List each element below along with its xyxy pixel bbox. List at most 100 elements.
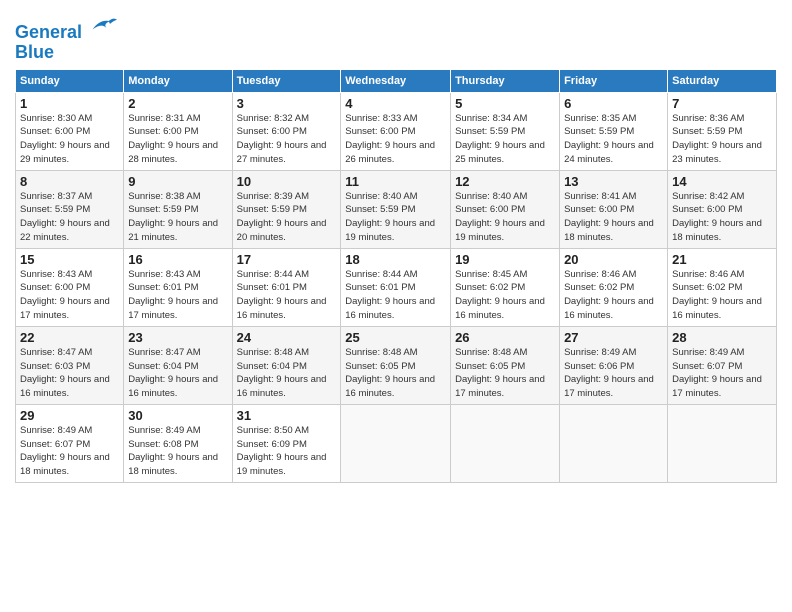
day-header-friday: Friday: [560, 69, 668, 92]
calendar-cell: 5 Sunrise: 8:34 AMSunset: 5:59 PMDayligh…: [451, 92, 560, 170]
calendar-cell: 27 Sunrise: 8:49 AMSunset: 6:06 PMDaylig…: [560, 326, 668, 404]
day-info: Sunrise: 8:44 AMSunset: 6:01 PMDaylight:…: [237, 268, 337, 323]
day-number: 10: [237, 174, 337, 189]
day-info: Sunrise: 8:37 AMSunset: 5:59 PMDaylight:…: [20, 190, 119, 245]
day-info: Sunrise: 8:50 AMSunset: 6:09 PMDaylight:…: [237, 424, 337, 479]
calendar-cell: [451, 404, 560, 482]
day-number: 21: [672, 252, 772, 267]
day-info: Sunrise: 8:34 AMSunset: 5:59 PMDaylight:…: [455, 112, 555, 167]
calendar-header-row: SundayMondayTuesdayWednesdayThursdayFrid…: [16, 69, 777, 92]
calendar-cell: 1 Sunrise: 8:30 AMSunset: 6:00 PMDayligh…: [16, 92, 124, 170]
day-info: Sunrise: 8:41 AMSunset: 6:00 PMDaylight:…: [564, 190, 663, 245]
calendar-body: 1 Sunrise: 8:30 AMSunset: 6:00 PMDayligh…: [16, 92, 777, 482]
day-number: 1: [20, 96, 119, 111]
day-number: 26: [455, 330, 555, 345]
calendar-cell: 16 Sunrise: 8:43 AMSunset: 6:01 PMDaylig…: [124, 248, 232, 326]
day-info: Sunrise: 8:48 AMSunset: 6:04 PMDaylight:…: [237, 346, 337, 401]
day-info: Sunrise: 8:42 AMSunset: 6:00 PMDaylight:…: [672, 190, 772, 245]
calendar-cell: 15 Sunrise: 8:43 AMSunset: 6:00 PMDaylig…: [16, 248, 124, 326]
day-number: 9: [128, 174, 227, 189]
day-number: 5: [455, 96, 555, 111]
day-number: 16: [128, 252, 227, 267]
day-number: 27: [564, 330, 663, 345]
day-info: Sunrise: 8:32 AMSunset: 6:00 PMDaylight:…: [237, 112, 337, 167]
logo: General Blue: [15, 14, 117, 63]
day-info: Sunrise: 8:30 AMSunset: 6:00 PMDaylight:…: [20, 112, 119, 167]
day-info: Sunrise: 8:44 AMSunset: 6:01 PMDaylight:…: [345, 268, 446, 323]
day-info: Sunrise: 8:48 AMSunset: 6:05 PMDaylight:…: [455, 346, 555, 401]
calendar-cell: 13 Sunrise: 8:41 AMSunset: 6:00 PMDaylig…: [560, 170, 668, 248]
day-header-monday: Monday: [124, 69, 232, 92]
calendar-cell: 25 Sunrise: 8:48 AMSunset: 6:05 PMDaylig…: [341, 326, 451, 404]
calendar-cell: 20 Sunrise: 8:46 AMSunset: 6:02 PMDaylig…: [560, 248, 668, 326]
day-number: 18: [345, 252, 446, 267]
day-info: Sunrise: 8:49 AMSunset: 6:08 PMDaylight:…: [128, 424, 227, 479]
day-number: 13: [564, 174, 663, 189]
calendar-cell: 12 Sunrise: 8:40 AMSunset: 6:00 PMDaylig…: [451, 170, 560, 248]
calendar-cell: 29 Sunrise: 8:49 AMSunset: 6:07 PMDaylig…: [16, 404, 124, 482]
day-number: 6: [564, 96, 663, 111]
day-header-saturday: Saturday: [668, 69, 777, 92]
calendar-cell: [560, 404, 668, 482]
day-info: Sunrise: 8:47 AMSunset: 6:03 PMDaylight:…: [20, 346, 119, 401]
day-number: 2: [128, 96, 227, 111]
calendar-cell: 18 Sunrise: 8:44 AMSunset: 6:01 PMDaylig…: [341, 248, 451, 326]
calendar-cell: [341, 404, 451, 482]
day-number: 15: [20, 252, 119, 267]
day-number: 4: [345, 96, 446, 111]
calendar-cell: 9 Sunrise: 8:38 AMSunset: 5:59 PMDayligh…: [124, 170, 232, 248]
calendar-cell: 10 Sunrise: 8:39 AMSunset: 5:59 PMDaylig…: [232, 170, 341, 248]
day-number: 8: [20, 174, 119, 189]
calendar-cell: 11 Sunrise: 8:40 AMSunset: 5:59 PMDaylig…: [341, 170, 451, 248]
calendar-cell: 17 Sunrise: 8:44 AMSunset: 6:01 PMDaylig…: [232, 248, 341, 326]
calendar-cell: 21 Sunrise: 8:46 AMSunset: 6:02 PMDaylig…: [668, 248, 777, 326]
calendar-cell: 22 Sunrise: 8:47 AMSunset: 6:03 PMDaylig…: [16, 326, 124, 404]
day-info: Sunrise: 8:40 AMSunset: 5:59 PMDaylight:…: [345, 190, 446, 245]
day-number: 23: [128, 330, 227, 345]
day-number: 22: [20, 330, 119, 345]
calendar-cell: 2 Sunrise: 8:31 AMSunset: 6:00 PMDayligh…: [124, 92, 232, 170]
day-info: Sunrise: 8:47 AMSunset: 6:04 PMDaylight:…: [128, 346, 227, 401]
calendar-row: 8 Sunrise: 8:37 AMSunset: 5:59 PMDayligh…: [16, 170, 777, 248]
day-info: Sunrise: 8:45 AMSunset: 6:02 PMDaylight:…: [455, 268, 555, 323]
day-info: Sunrise: 8:48 AMSunset: 6:05 PMDaylight:…: [345, 346, 446, 401]
day-number: 28: [672, 330, 772, 345]
day-header-sunday: Sunday: [16, 69, 124, 92]
day-number: 24: [237, 330, 337, 345]
calendar-table: SundayMondayTuesdayWednesdayThursdayFrid…: [15, 69, 777, 483]
day-number: 3: [237, 96, 337, 111]
day-info: Sunrise: 8:49 AMSunset: 6:07 PMDaylight:…: [672, 346, 772, 401]
logo-text: General: [15, 14, 117, 43]
day-info: Sunrise: 8:40 AMSunset: 6:00 PMDaylight:…: [455, 190, 555, 245]
calendar-cell: 7 Sunrise: 8:36 AMSunset: 5:59 PMDayligh…: [668, 92, 777, 170]
calendar-page: General Blue SundayMondayTuesdayWednesda…: [0, 0, 792, 612]
day-number: 7: [672, 96, 772, 111]
day-number: 14: [672, 174, 772, 189]
calendar-cell: 23 Sunrise: 8:47 AMSunset: 6:04 PMDaylig…: [124, 326, 232, 404]
calendar-cell: [668, 404, 777, 482]
day-number: 25: [345, 330, 446, 345]
calendar-cell: 8 Sunrise: 8:37 AMSunset: 5:59 PMDayligh…: [16, 170, 124, 248]
day-header-thursday: Thursday: [451, 69, 560, 92]
day-info: Sunrise: 8:31 AMSunset: 6:00 PMDaylight:…: [128, 112, 227, 167]
day-info: Sunrise: 8:46 AMSunset: 6:02 PMDaylight:…: [672, 268, 772, 323]
calendar-cell: 4 Sunrise: 8:33 AMSunset: 6:00 PMDayligh…: [341, 92, 451, 170]
calendar-cell: 31 Sunrise: 8:50 AMSunset: 6:09 PMDaylig…: [232, 404, 341, 482]
day-number: 30: [128, 408, 227, 423]
calendar-cell: 6 Sunrise: 8:35 AMSunset: 5:59 PMDayligh…: [560, 92, 668, 170]
day-header-tuesday: Tuesday: [232, 69, 341, 92]
day-header-wednesday: Wednesday: [341, 69, 451, 92]
calendar-row: 29 Sunrise: 8:49 AMSunset: 6:07 PMDaylig…: [16, 404, 777, 482]
day-number: 29: [20, 408, 119, 423]
day-info: Sunrise: 8:43 AMSunset: 6:00 PMDaylight:…: [20, 268, 119, 323]
day-number: 20: [564, 252, 663, 267]
calendar-cell: 28 Sunrise: 8:49 AMSunset: 6:07 PMDaylig…: [668, 326, 777, 404]
calendar-cell: 19 Sunrise: 8:45 AMSunset: 6:02 PMDaylig…: [451, 248, 560, 326]
calendar-row: 1 Sunrise: 8:30 AMSunset: 6:00 PMDayligh…: [16, 92, 777, 170]
day-info: Sunrise: 8:36 AMSunset: 5:59 PMDaylight:…: [672, 112, 772, 167]
day-info: Sunrise: 8:49 AMSunset: 6:06 PMDaylight:…: [564, 346, 663, 401]
logo-bird-icon: [89, 14, 117, 38]
day-number: 19: [455, 252, 555, 267]
day-info: Sunrise: 8:33 AMSunset: 6:00 PMDaylight:…: [345, 112, 446, 167]
day-info: Sunrise: 8:49 AMSunset: 6:07 PMDaylight:…: [20, 424, 119, 479]
